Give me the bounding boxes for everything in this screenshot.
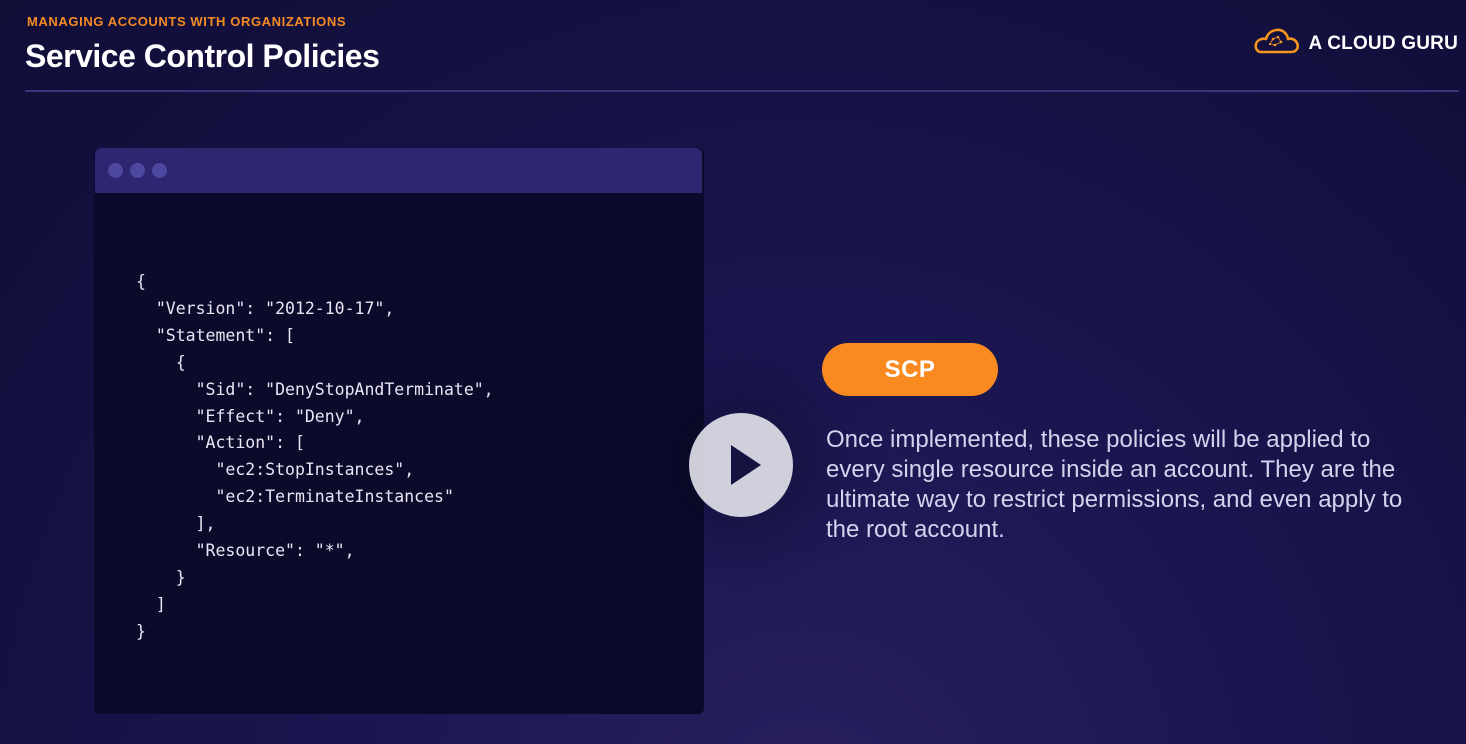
page-title: Service Control Policies [25, 38, 380, 74]
code-window-titlebar [95, 148, 702, 193]
code-window: { "Version": "2012-10-17", "Statement": … [94, 148, 704, 714]
play-icon [731, 445, 761, 485]
scp-badge: SCP [822, 343, 998, 396]
cloud-logo-icon [1251, 26, 1301, 61]
window-dot-icon [152, 163, 167, 178]
header-divider [25, 90, 1459, 92]
section-eyebrow: MANAGING ACCOUNTS WITH ORGANIZATIONS [27, 14, 347, 29]
description-text: Once implemented, these policies will be… [826, 426, 1403, 543]
window-dot-icon [130, 163, 145, 178]
brand-logo: A CLOUD GURU [1251, 26, 1458, 61]
window-dot-icon [108, 163, 123, 178]
brand-name: A CLOUD GURU [1308, 32, 1458, 54]
play-button[interactable] [689, 413, 793, 517]
code-body: { "Version": "2012-10-17", "Statement": … [94, 193, 704, 714]
policy-json-code: { "Version": "2012-10-17", "Statement": … [136, 272, 494, 641]
